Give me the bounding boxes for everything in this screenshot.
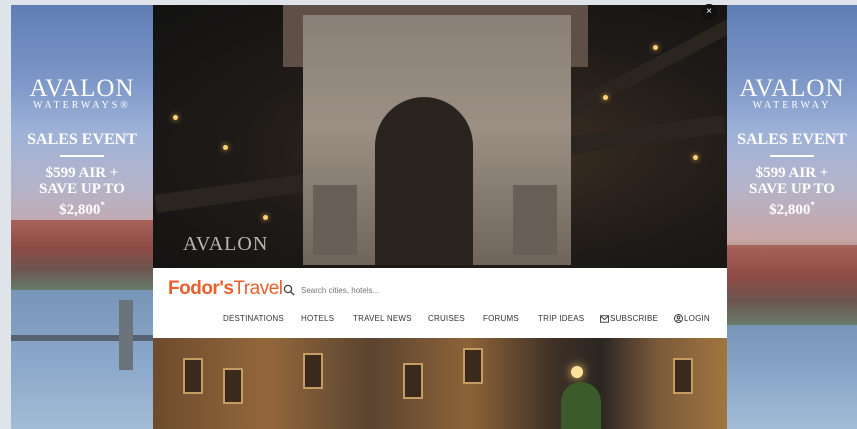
ad-divider <box>770 155 814 157</box>
left-skyscraper-ad[interactable]: AVALON WATERWAYS® SALES EVENT $599 AIR +… <box>11 5 153 429</box>
main-nav: DESTINATIONS HOTELS TRAVEL NEWS CRUISES … <box>153 314 727 330</box>
street-light <box>223 145 228 150</box>
arc-de-triomphe <box>303 15 571 265</box>
ad-event-title: SALES EVENT <box>27 131 137 148</box>
arch-opening <box>375 97 473 265</box>
right-skyscraper-ad[interactable]: AVALON WATERWAY SALES EVENT $599 AIR + S… <box>727 5 857 429</box>
hero-ad-video[interactable]: AVALON <box>153 5 727 268</box>
center-content: AVALON Fodor'sTravel DESTINATIONS HOTELS… <box>153 5 727 429</box>
street-light <box>653 45 658 50</box>
ad-event-title: SALES EVENT <box>737 131 847 148</box>
ad-offer-line1: $599 AIR + <box>755 165 829 181</box>
nav-login-label: LOGIN <box>684 314 710 323</box>
user-icon <box>674 314 683 323</box>
street-light <box>263 215 268 220</box>
ad-brand-name: AVALON <box>29 75 135 102</box>
nav-hotels[interactable]: HOTELS <box>301 314 334 323</box>
logo-light: Travel <box>233 278 283 299</box>
ad-offer: $599 AIR + SAVE UP TO $2,800* <box>11 165 153 218</box>
ad-offer-asterisk: * <box>810 200 815 210</box>
nav-cruises[interactable]: CRUISES <box>428 314 465 323</box>
building-window <box>463 348 483 384</box>
arch-sculpture <box>513 185 557 255</box>
search-input[interactable] <box>299 284 413 296</box>
ad-city-image <box>11 220 153 290</box>
street-light <box>693 155 698 160</box>
nav-login[interactable]: LOGIN <box>674 314 710 323</box>
ad-offer: $599 AIR + SAVE UP TO $2,800* <box>727 165 857 218</box>
bridge-tower <box>119 300 133 370</box>
ad-trademark: ® <box>120 100 131 111</box>
street-lamp <box>571 366 583 378</box>
hero-photo-street <box>153 338 727 429</box>
nav-destinations[interactable]: DESTINATIONS <box>223 314 284 323</box>
browser-viewport: AVALON WATERWAYS® SALES EVENT $599 AIR +… <box>11 5 857 429</box>
site-logo[interactable]: Fodor'sTravel <box>168 278 283 300</box>
nav-travel-news[interactable]: TRAVEL NEWS <box>353 314 412 323</box>
ad-offer-line2: SAVE UP TO <box>749 181 835 197</box>
nav-subscribe-label: SUBSCRIBE <box>610 314 659 323</box>
building-window <box>303 353 323 389</box>
search-bar[interactable] <box>283 282 413 298</box>
building-window <box>183 358 203 394</box>
hero-ad-logo: AVALON <box>183 233 269 255</box>
ad-offer-asterisk: * <box>100 200 105 210</box>
building-window <box>673 358 693 394</box>
logo-bold: Fodor's <box>168 278 234 299</box>
arch-sculpture <box>313 185 357 255</box>
building-window <box>223 368 243 404</box>
street-light <box>603 95 608 100</box>
nav-trip-ideas[interactable]: TRIP IDEAS <box>538 314 584 323</box>
nav-forums[interactable]: FORUMS <box>483 314 519 323</box>
ad-offer-line3: $2,800 <box>769 202 811 218</box>
ad-logo: AVALON WATERWAY <box>727 75 857 111</box>
ad-offer-line1: $599 AIR + <box>45 165 119 181</box>
ad-brand-name: AVALON <box>739 75 845 102</box>
street-light <box>173 115 178 120</box>
ad-river-image <box>727 325 857 429</box>
ad-logo: AVALON WATERWAYS® <box>11 75 153 111</box>
ad-offer-line2: SAVE UP TO <box>39 181 125 197</box>
ad-brand-sub: WATERWAYS <box>33 100 121 111</box>
ad-divider <box>60 155 104 157</box>
nav-subscribe[interactable]: SUBSCRIBE <box>600 314 658 323</box>
building-window <box>403 363 423 399</box>
search-icon[interactable] <box>283 284 295 296</box>
ad-offer-line3: $2,800 <box>59 202 101 218</box>
ad-city-image <box>727 245 857 325</box>
plant <box>561 382 601 429</box>
close-ad-button[interactable]: × <box>701 4 717 20</box>
mail-icon <box>600 315 609 323</box>
site-header: Fodor'sTravel DESTINATIONS HOTELS TRAVEL… <box>153 268 727 338</box>
